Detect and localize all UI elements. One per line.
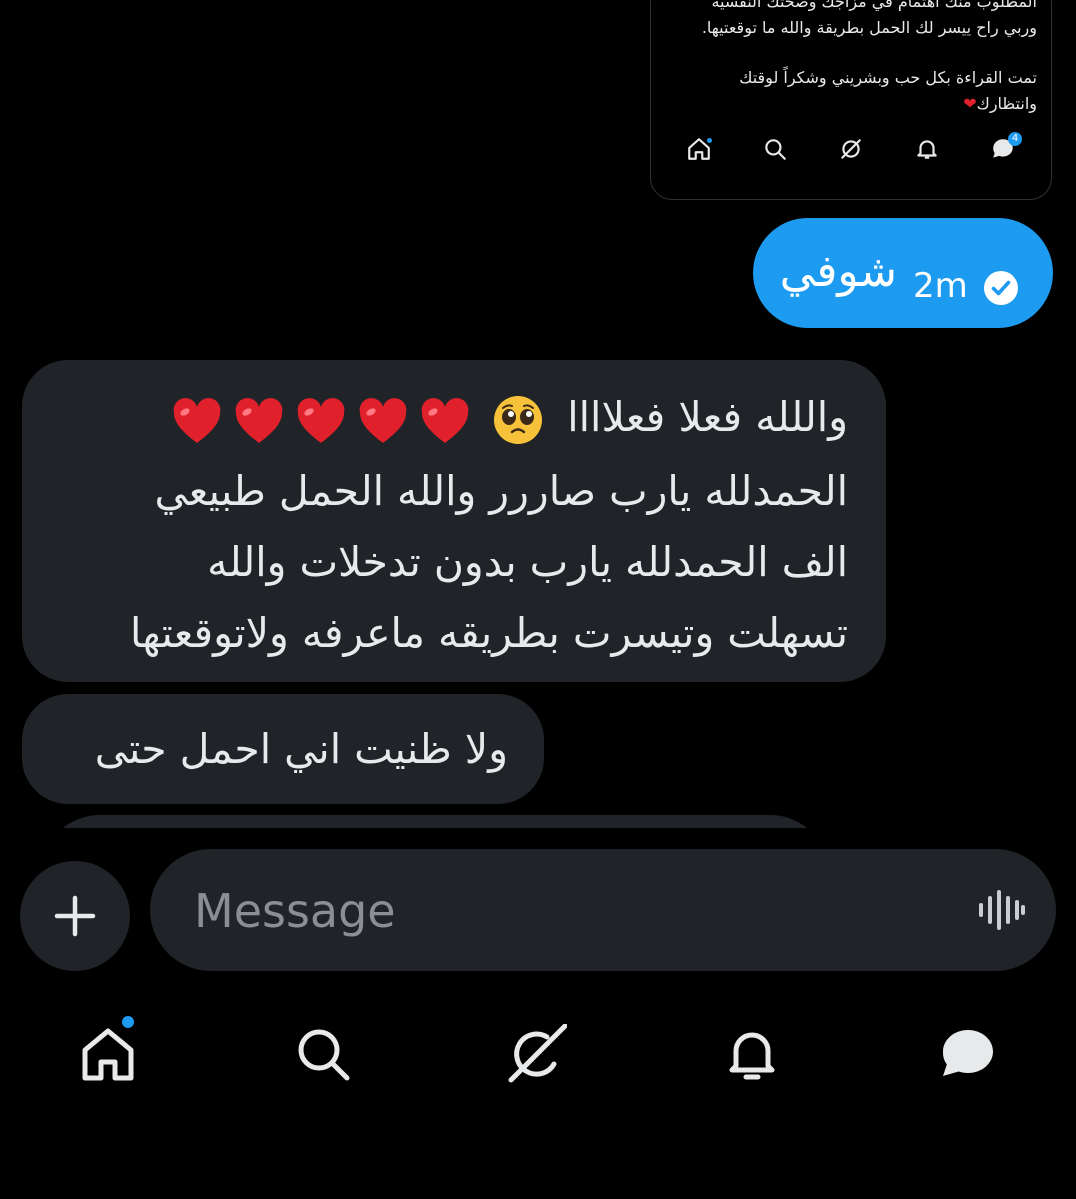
grok-icon (508, 1023, 568, 1083)
mini-search-icon (762, 136, 788, 162)
nav-grok[interactable] (507, 1023, 568, 1084)
sent-message-text: شوفي (779, 246, 897, 297)
heart-emoji (297, 397, 345, 443)
mini-grok-icon (838, 136, 864, 162)
mini-home-icon (686, 136, 712, 162)
shared-post-line: تمت القراءة بكل حب وبشريني وشكراً لوقتك (739, 68, 1037, 87)
heart-icon: ❤ (963, 94, 977, 113)
message-line: الحمدلله يارب صاررر والله الحمل طبيعي (154, 466, 848, 515)
nav-messages[interactable] (938, 1024, 998, 1084)
nav-search[interactable] (293, 1024, 353, 1084)
voice-message-icon[interactable] (976, 889, 1026, 931)
heart-emoji (235, 397, 283, 443)
add-attachment-button[interactable] (20, 861, 130, 971)
message-text: ولا ظنيت اني احمل حتى (94, 725, 508, 773)
shared-post-card[interactable]: المطلوب منك اهتمام في مزاجك وصحتك النفسي… (650, 0, 1052, 200)
heart-emoji (173, 397, 221, 443)
message-timestamp: 2m (913, 266, 968, 306)
shared-post-text: المطلوب منك اهتمام في مزاجك وصحتك النفسي… (657, 0, 1037, 117)
hearts-emoji-row (161, 385, 471, 456)
nav-notifications[interactable] (722, 1024, 782, 1084)
shared-post-line: المطلوب منك اهتمام في مزاجك وصحتك النفسي… (711, 0, 1037, 11)
shared-post-line: وانتظارك❤ (963, 94, 1037, 113)
received-message-bubble[interactable]: ولا ظنيت اني احمل حتى (22, 694, 544, 804)
bell-icon (729, 1032, 775, 1080)
nav-home[interactable] (78, 1024, 138, 1084)
message-input[interactable] (192, 879, 936, 943)
home-icon (82, 1028, 134, 1081)
sent-message-bubble[interactable]: شوفي 2m (753, 218, 1053, 328)
heart-emoji (421, 397, 469, 443)
messages-icon (942, 1030, 993, 1076)
message-line: تسهلت وتيسرت بطريقه ماعرفه ولاتوقعتها (129, 608, 848, 657)
mini-messages-icon: 4 (990, 132, 1022, 162)
mini-bell-icon (914, 136, 940, 162)
pleading-face-emoji (494, 396, 543, 444)
plus-icon (54, 895, 96, 937)
received-message-bubble[interactable]: واللله فعلا فعلاااا الحمدلله يارب صاررر … (22, 360, 886, 682)
home-notification-dot (122, 1016, 134, 1028)
heart-emoji (359, 397, 407, 443)
messages-count-badge: 4 (1008, 132, 1022, 146)
message-line: واللله فعلا فعلاااا (56, 382, 848, 456)
message-composer (150, 849, 1056, 971)
bottom-navigation (0, 1010, 1076, 1100)
shared-post-nav: 4 (651, 129, 1051, 169)
search-icon (298, 1029, 350, 1081)
shared-post-line: وربي راح ييسر لك الحمل بطريقة والله ما ت… (701, 18, 1037, 37)
read-check-icon (984, 271, 1018, 305)
message-line: الف الحمدلله يارب بدون تدخلات والله (207, 537, 848, 586)
